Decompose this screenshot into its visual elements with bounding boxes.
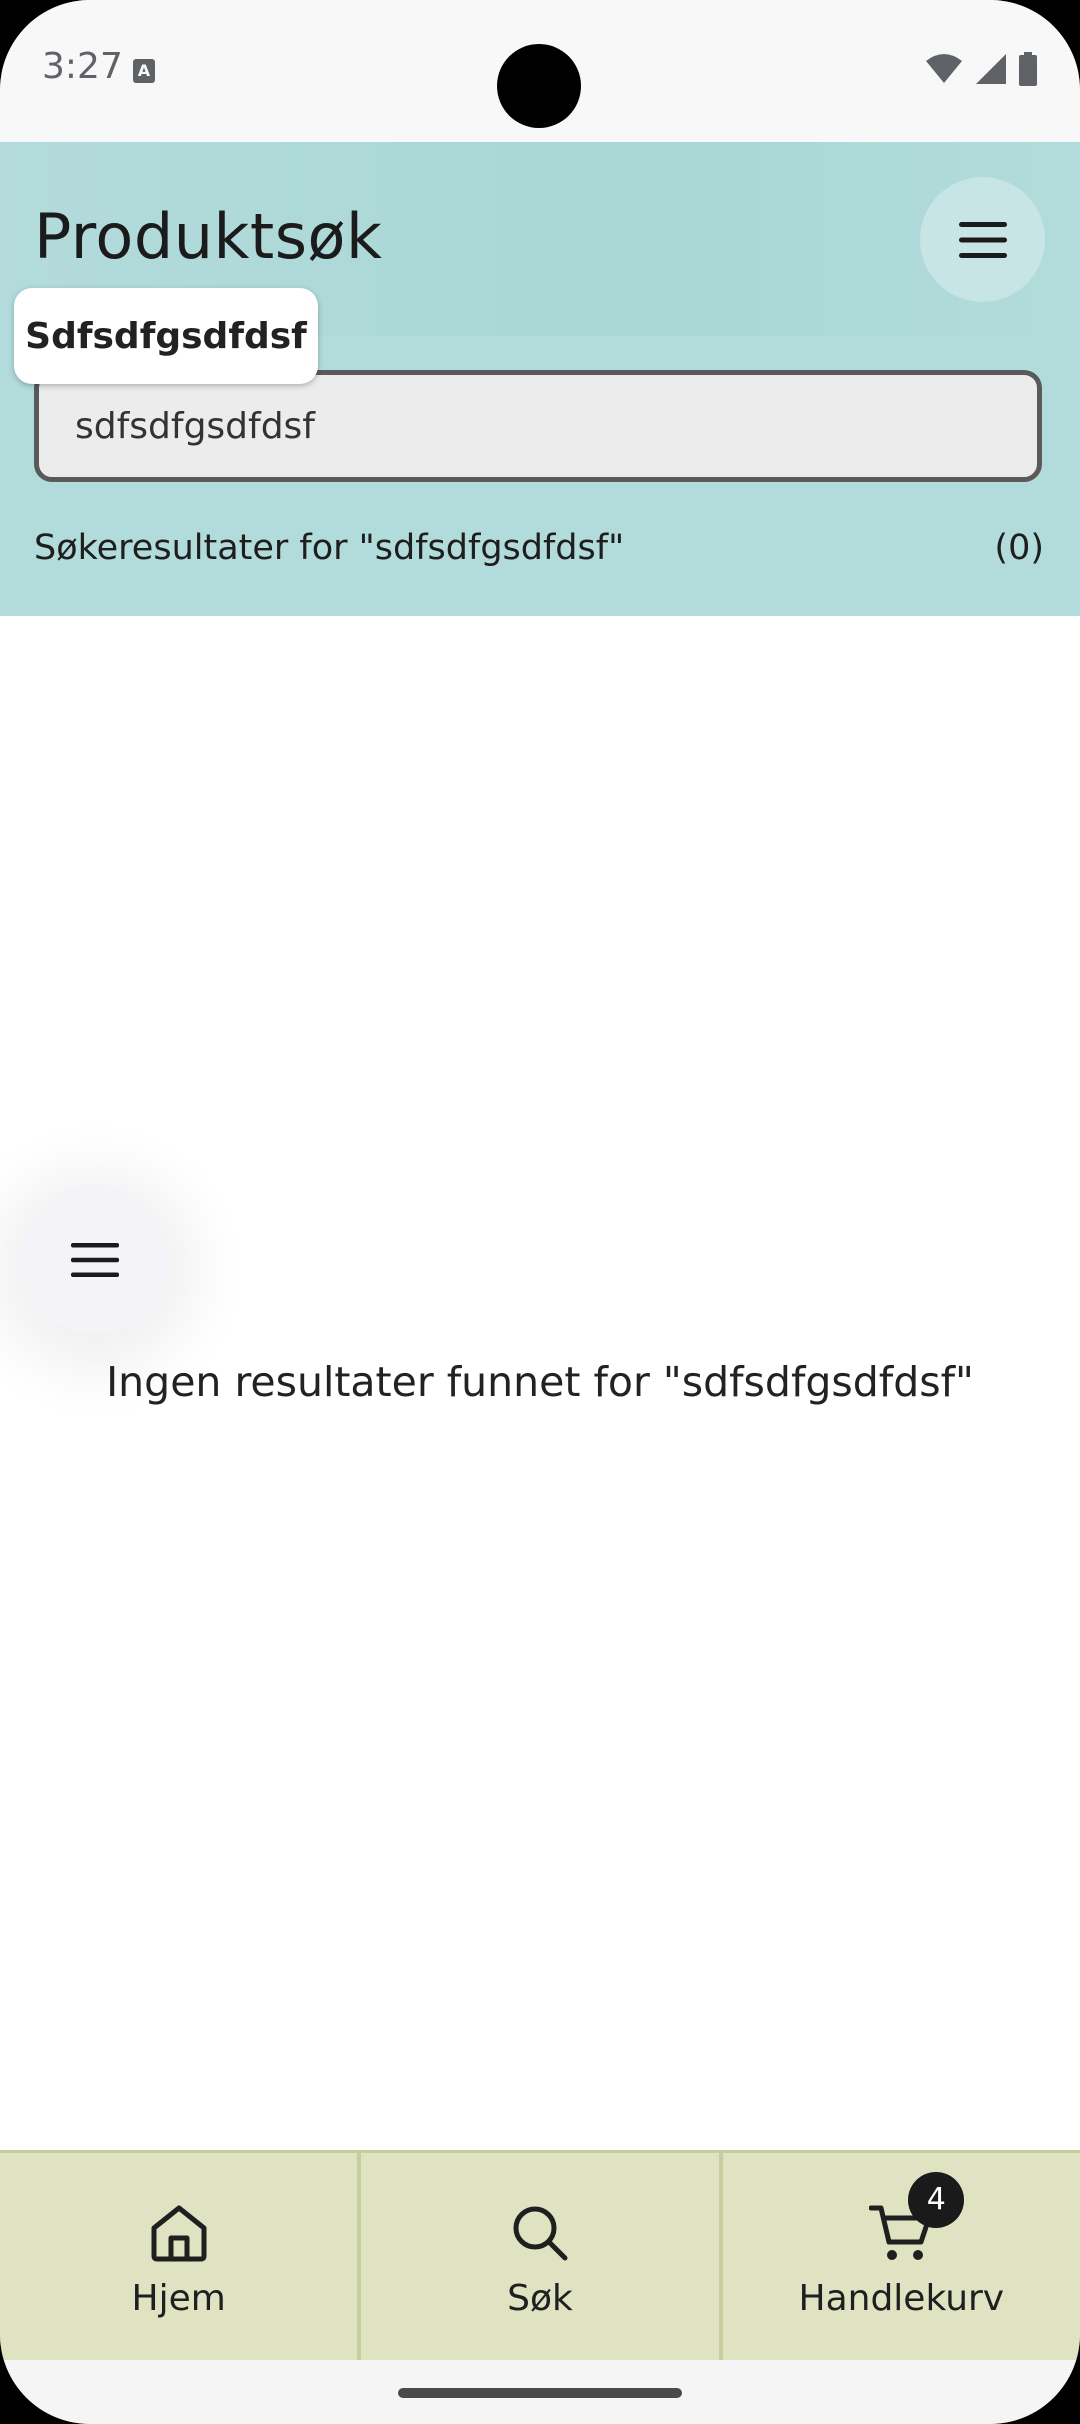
- autocomplete-tooltip[interactable]: Sdfsdfgsdfdsf: [14, 288, 318, 384]
- search-input[interactable]: [34, 370, 1042, 482]
- nav-label-cart: Handlekurv: [798, 2277, 1005, 2319]
- cart-badge: 4: [908, 2171, 965, 2228]
- home-icon: [144, 2198, 214, 2268]
- header: Produktsøk Sdfsdfgsdfdsf Søkeresultater …: [0, 142, 1080, 616]
- floating-menu-button[interactable]: [21, 1186, 169, 1334]
- status-bar: 3:27 A: [0, 0, 1080, 142]
- wifi-icon: [926, 54, 962, 83]
- hamburger-menu-icon: [958, 221, 1007, 258]
- menu-lines-icon: [71, 1243, 119, 1277]
- page-title: Produktsøk: [34, 200, 383, 273]
- signal-icon: [976, 54, 1006, 84]
- status-icons: [924, 52, 1038, 86]
- cart-icon: 4: [866, 2171, 965, 2268]
- status-time: 3:27: [42, 46, 123, 87]
- menu-button[interactable]: [920, 177, 1045, 302]
- camera-cutout: [497, 44, 581, 128]
- nav-label-search: Søk: [507, 2277, 573, 2319]
- results-count: (0): [994, 528, 1044, 568]
- results-label: Søkeresultater for "sdfsdfgsdfdsf": [34, 528, 625, 568]
- nav-label-home: Hjem: [131, 2277, 226, 2319]
- battery-icon: [1019, 52, 1037, 86]
- home-indicator[interactable]: [398, 2388, 682, 2398]
- bottom-nav: Hjem Søk 4 Handlekurv: [0, 2150, 1080, 2363]
- app-screen: 3:27 A Produktsøk Sdfsdfgsdfdsf sdfsdfgs…: [0, 0, 1080, 2424]
- nav-item-search[interactable]: Søk: [361, 2153, 719, 2363]
- nav-item-home[interactable]: Hjem: [0, 2153, 358, 2363]
- empty-results-message: Ingen resultater funnet for "sdfsdfgsdfd…: [106, 1358, 974, 1406]
- text-a-icon: A: [133, 59, 155, 83]
- gesture-bar-area: [0, 2360, 1080, 2424]
- search-icon: [505, 2198, 575, 2268]
- nav-item-cart[interactable]: 4 Handlekurv: [722, 2153, 1080, 2363]
